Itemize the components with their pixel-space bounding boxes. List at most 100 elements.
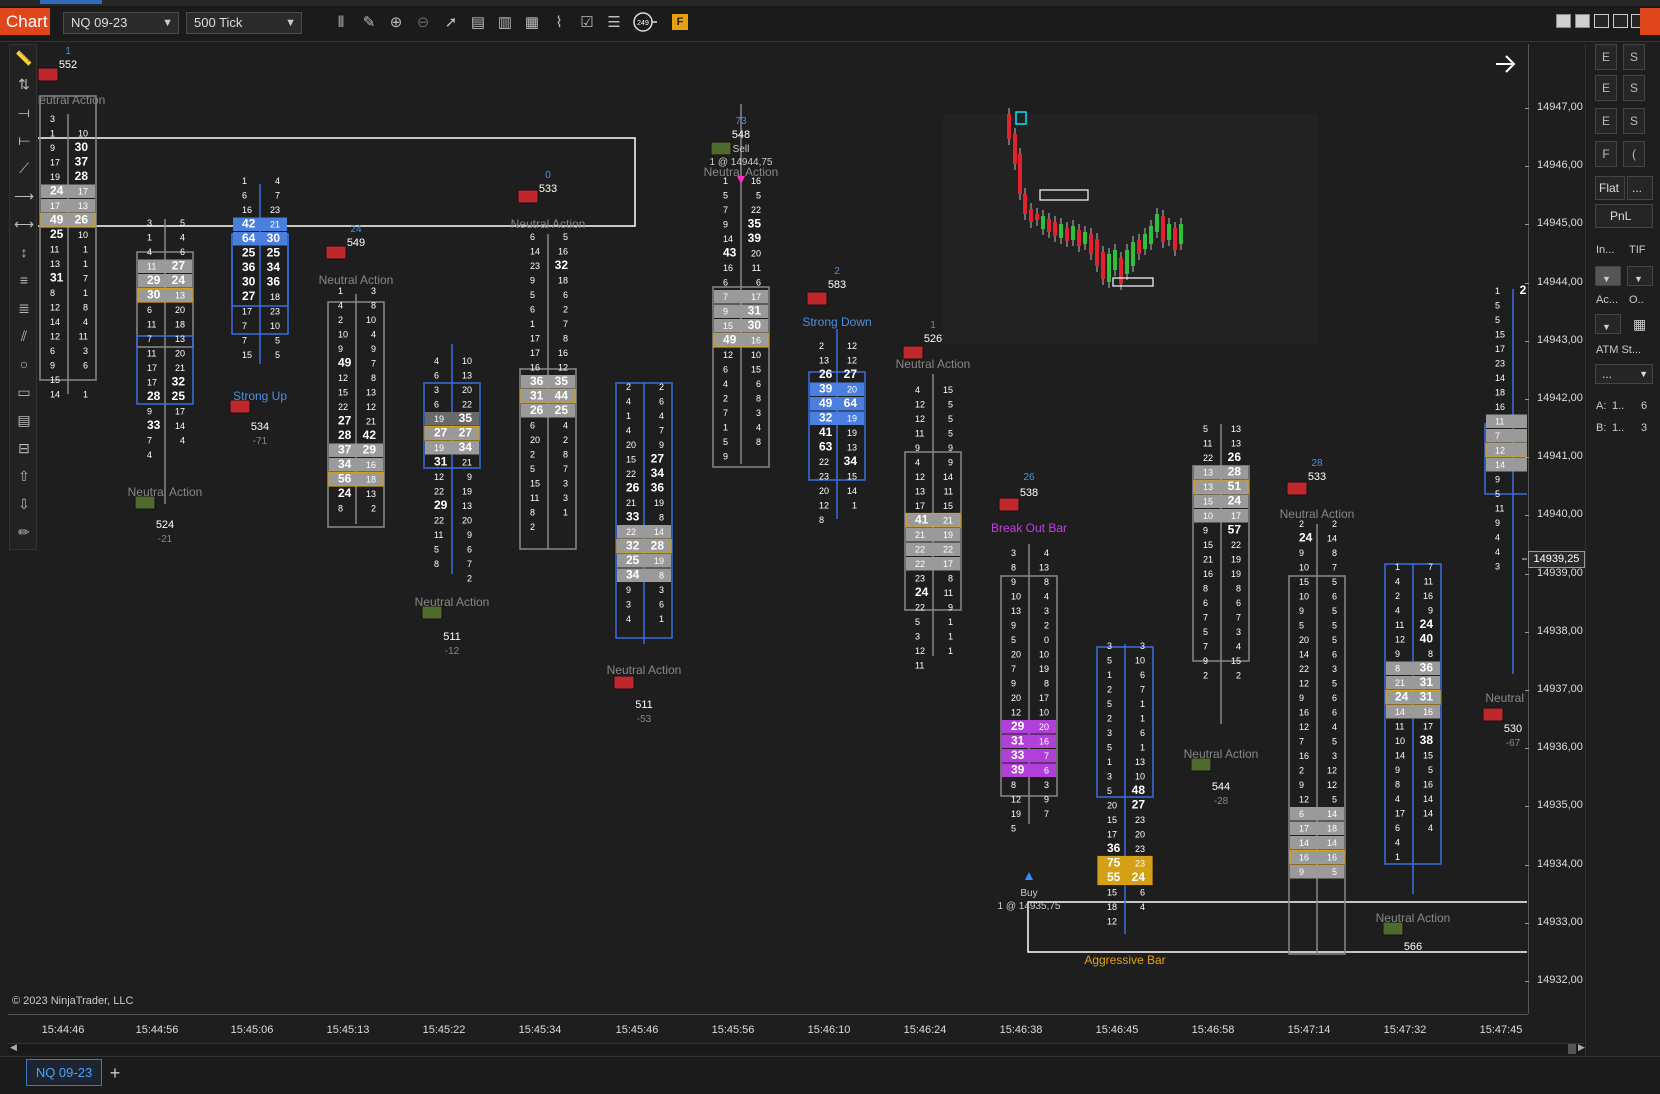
zoom-out-icon[interactable]: ⊖ bbox=[411, 11, 435, 35]
account-selector[interactable]: ▼ bbox=[1595, 314, 1621, 334]
line-icon[interactable]: ⟞ bbox=[13, 101, 35, 123]
draw-pencil-icon[interactable]: ✎ bbox=[357, 11, 381, 35]
time-axis[interactable]: 15:44:46 15:44:56 15:45:06 15:45:13 15:45:22… bbox=[8, 1014, 1528, 1042]
scroll-left-icon[interactable]: ◀ bbox=[10, 1042, 17, 1053]
calculator-icon[interactable]: ▦ bbox=[1633, 316, 1646, 333]
ask-volume-cell: 15 bbox=[751, 365, 761, 375]
bar-total-volume: 526 bbox=[924, 333, 942, 345]
ellipse-icon[interactable]: ○ bbox=[13, 353, 35, 375]
ask-volume-cell: 22 bbox=[751, 205, 761, 215]
chart-title-badge: Chart bbox=[0, 8, 50, 35]
bar-total-volume: 583 bbox=[828, 279, 846, 291]
fibonacci-icon[interactable]: ≡ bbox=[13, 269, 35, 291]
arrow-up-icon[interactable]: ⇧ bbox=[13, 465, 35, 487]
scroll-to-latest-icon bbox=[1496, 55, 1516, 73]
rectangle-icon[interactable]: ▭ bbox=[13, 381, 35, 403]
ask-volume-cell: 9 bbox=[948, 603, 953, 613]
bar-style-icon[interactable]: ⫴ bbox=[329, 11, 353, 35]
ruler-icon[interactable]: 📏 bbox=[13, 47, 35, 69]
ask-value: 1.. bbox=[1612, 400, 1625, 412]
bid-volume-cell: 36 bbox=[1107, 841, 1121, 855]
add-tab-button[interactable]: + bbox=[104, 1062, 126, 1084]
bid-volume-cell: 5 bbox=[434, 545, 439, 555]
bid-volume-cell: 12 bbox=[1495, 446, 1505, 456]
tick-counter-icon[interactable]: 249 bbox=[632, 11, 658, 35]
ask-volume-cell: 16 bbox=[558, 348, 568, 358]
arrow-line-icon[interactable]: ⟶ bbox=[13, 185, 35, 207]
pencil-icon[interactable]: ✏ bbox=[13, 521, 35, 543]
bid-volume-cell: 7 bbox=[1203, 642, 1208, 652]
buy-ask-button[interactable]: E bbox=[1595, 75, 1617, 101]
ask-volume-cell: 3 bbox=[1332, 751, 1337, 761]
bid-volume-cell: 24 bbox=[50, 184, 64, 198]
atm-strategy-selector[interactable]: ... ▼ bbox=[1595, 364, 1653, 384]
instrument-selector[interactable]: NQ 09-23 ▼ bbox=[63, 12, 179, 34]
horizontal-line-icon[interactable]: ⟷ bbox=[13, 213, 35, 235]
sell-mkt-button[interactable]: S bbox=[1623, 44, 1645, 70]
close-button[interactable] bbox=[1640, 8, 1660, 35]
bid-volume-cell: 24 bbox=[1395, 690, 1409, 704]
bar-trade-count: 73 bbox=[735, 116, 747, 127]
sell-bid-button[interactable]: S bbox=[1623, 108, 1645, 134]
trade-execution-label: Buy bbox=[1020, 888, 1037, 899]
bid-volume-cell: 11 bbox=[147, 320, 156, 330]
arrow-down-icon[interactable]: ⇩ bbox=[13, 493, 35, 515]
position-menu-button[interactable]: ... bbox=[1627, 176, 1653, 200]
list-icon[interactable]: ☰ bbox=[602, 11, 626, 35]
scroll-thumb[interactable] bbox=[1568, 1044, 1576, 1054]
buy-bid-button[interactable]: E bbox=[1595, 108, 1617, 134]
bid-volume-cell: 34 bbox=[626, 568, 640, 582]
scroll-right-icon[interactable]: ▶ bbox=[1578, 1042, 1585, 1053]
horizontal-scrollbar[interactable]: ◀ ▶ bbox=[8, 1042, 1585, 1055]
region-icon[interactable]: ▤ bbox=[13, 409, 35, 431]
workspace-tab-indicator[interactable] bbox=[40, 0, 102, 4]
vertical-line-icon[interactable]: ↕ bbox=[13, 241, 35, 263]
bid-volume-cell: 19 bbox=[434, 414, 444, 424]
bar-trade-count: 26 bbox=[1023, 472, 1035, 483]
ray-icon[interactable]: ⟝ bbox=[13, 129, 35, 151]
bar-trade-count: 1 bbox=[930, 320, 936, 331]
flatten-button[interactable]: F bbox=[1595, 141, 1617, 167]
ask-volume-cell: 15 bbox=[943, 501, 953, 511]
ask-volume-cell: 3 bbox=[1044, 606, 1049, 616]
bid-volume-cell: 3 bbox=[1107, 641, 1112, 651]
data-box-icon[interactable]: ▤ bbox=[466, 11, 490, 35]
properties-icon[interactable]: ☑ bbox=[575, 11, 599, 35]
ask-volume-cell: 26 bbox=[1228, 450, 1242, 464]
ask-volume-cell: 16 bbox=[558, 247, 568, 257]
pointer-icon[interactable]: ➚ bbox=[439, 11, 463, 35]
flag-badge[interactable]: F bbox=[672, 14, 688, 30]
channel-icon[interactable]: ⫽ bbox=[13, 325, 35, 347]
zoom-in-icon[interactable]: ⊕ bbox=[384, 11, 408, 35]
chart-panel[interactable]: 3 1 10 9 30 17 37 19 28 24 17 17 13 49 26 25 10 11 1 13 1 31 7… bbox=[29, 44, 1542, 1014]
bid-volume-cell: 22 bbox=[915, 603, 925, 613]
fib-extension-icon[interactable]: ≣ bbox=[13, 297, 35, 319]
window-float-button[interactable] bbox=[1575, 14, 1590, 28]
bid-volume-cell: 17 bbox=[1395, 809, 1405, 819]
time-axis-label: 15:47:45 bbox=[1479, 1024, 1523, 1036]
buy-mkt-button[interactable]: E bbox=[1595, 44, 1617, 70]
ask-label: A: bbox=[1596, 400, 1607, 412]
price-axis[interactable]: 14947,00 14946,00 14945,00 14944,00 14943,00… bbox=[1525, 44, 1584, 1014]
ask-volume-cell: 5 bbox=[1332, 867, 1337, 877]
bid-volume-cell: 3 bbox=[1495, 562, 1500, 572]
ask-volume-cell: 20 bbox=[847, 385, 857, 395]
maximize-button[interactable] bbox=[1613, 14, 1628, 28]
chart-trader-icon[interactable]: ▥ bbox=[493, 11, 517, 35]
sell-ask-button[interactable]: S bbox=[1623, 75, 1645, 101]
ask-volume-cell: 17 bbox=[943, 559, 953, 569]
tif-selector[interactable]: ▼ bbox=[1627, 266, 1653, 286]
indicators-icon[interactable]: ▦ bbox=[520, 11, 544, 35]
text-icon[interactable]: ⊟ bbox=[13, 437, 35, 459]
extended-line-icon[interactable]: ⟋ bbox=[13, 157, 35, 179]
quantity-stepper[interactable]: ▼ bbox=[1595, 266, 1621, 286]
bar-type-selector[interactable]: 500 Tick ▼ bbox=[186, 12, 302, 34]
window-tile-button[interactable] bbox=[1556, 14, 1571, 28]
tab-nq-09-23[interactable]: NQ 09-23 bbox=[26, 1059, 102, 1086]
risk-reward-icon[interactable]: ⇅ bbox=[13, 73, 35, 95]
ask-volume-cell: 14 bbox=[1327, 534, 1337, 544]
close-position-button[interactable]: ( bbox=[1623, 141, 1645, 167]
minimize-button[interactable] bbox=[1594, 14, 1609, 28]
footprint-chart: 31 109 3017 3719 2824 1717 1349 2625 1011 113 131 7… bbox=[29, 46, 1542, 967]
strategies-icon[interactable]: ⌇ bbox=[547, 11, 571, 35]
